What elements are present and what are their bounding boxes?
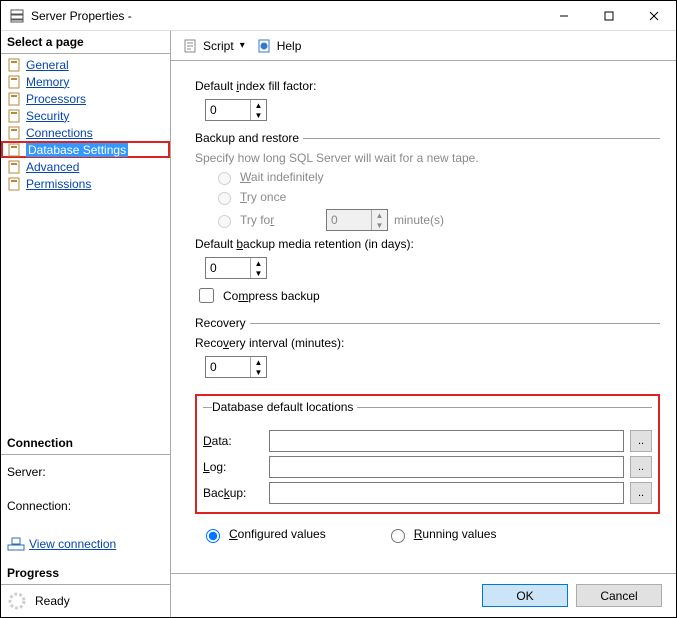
progress-status: Ready [35,594,70,608]
spin-down-icon[interactable]: ▼ [251,367,266,377]
backup-label: Backup: [203,486,263,500]
backup-path-input[interactable] [269,482,624,504]
page-icon [7,74,23,90]
server-label: Server: [7,465,164,479]
page-icon [7,91,23,107]
fill-factor-input[interactable]: ▲▼ [205,99,267,121]
retention-label: Default backup media retention (in days)… [195,237,660,251]
sidebar-item-permissions[interactable]: Permissions [1,175,170,192]
data-path-input[interactable] [269,430,624,452]
page-icon [7,125,23,141]
page-icon [7,142,23,158]
connection-label: Connection: [7,499,164,513]
cancel-button[interactable]: Cancel [576,584,662,607]
fill-factor-label: Default index fill factor: [195,79,660,93]
close-button[interactable] [631,1,676,30]
select-page-header: Select a page [1,31,170,54]
sidebar-item-security[interactable]: Security [1,107,170,124]
sidebar-item-memory[interactable]: Memory [1,73,170,90]
backup-browse-button[interactable]: .. [630,482,652,504]
backup-restore-group: Backup and restore Specify how long SQL … [195,131,660,306]
data-browse-button[interactable]: .. [630,430,652,452]
connection-block: Server: Connection: View connection [1,455,170,562]
backup-restore-hint: Specify how long SQL Server will wait fo… [195,151,660,165]
script-icon [183,38,199,54]
page-icon [7,159,23,175]
help-button[interactable]: Help [253,36,306,56]
wait-indefinitely-radio: Wait indefinitely [213,169,660,185]
content-toolbar: Script ▾ Help [171,31,676,61]
view-connection-link[interactable]: View connection [7,537,116,551]
spinner-icon [7,591,27,611]
minimize-button[interactable] [541,1,586,30]
configured-values-radio[interactable]: Configured values [201,526,326,543]
try-for-radio: Try for ▲▼ minute(s) [213,209,660,231]
compress-backup-checkbox[interactable]: Compress backup [195,285,660,306]
running-values-radio[interactable]: Running values [386,526,497,543]
connection-header: Connection [1,432,170,455]
script-button[interactable]: Script ▾ [179,36,249,56]
form: Default index fill factor: ▲▼ Backup and… [171,61,676,573]
spin-up-icon[interactable]: ▲ [251,100,266,110]
log-browse-button[interactable]: .. [630,456,652,478]
data-label: Data: [203,434,263,448]
spin-up-icon[interactable]: ▲ [251,258,266,268]
sidebar-item-processors[interactable]: Processors [1,90,170,107]
page-icon [7,176,23,192]
progress-header: Progress [1,562,170,585]
spin-up-icon[interactable]: ▲ [251,357,266,367]
sidebar-item-database-settings[interactable]: Database Settings [1,141,170,158]
page-list: General Memory Processors Security Conne… [1,54,170,194]
server-properties-window: Server Properties - Select a page Genera… [0,0,677,618]
try-for-input: ▲▼ [326,209,388,231]
default-locations-group: Database default locations Data: .. Log:… [195,394,660,514]
try-once-radio: Try once [213,189,660,205]
sidebar-item-advanced[interactable]: Advanced [1,158,170,175]
values-mode-row: Configured values Running values [195,526,660,543]
sidebar-item-connections[interactable]: Connections [1,124,170,141]
spin-down-icon[interactable]: ▼ [251,268,266,278]
spin-down-icon[interactable]: ▼ [251,110,266,120]
progress-block: Ready [1,585,170,617]
sidebar-item-general[interactable]: General [1,56,170,73]
app-icon [9,8,25,24]
recovery-interval-input[interactable]: ▲▼ [205,356,267,378]
recovery-interval-label: Recovery interval (minutes): [195,336,660,350]
retention-input[interactable]: ▲▼ [205,257,267,279]
help-icon [257,38,273,54]
ok-button[interactable]: OK [482,584,568,607]
connection-icon [7,537,25,551]
sidebar: Select a page General Memory Processors … [1,31,171,617]
chevron-down-icon: ▾ [240,40,245,51]
maximize-button[interactable] [586,1,631,30]
recovery-group: Recovery Recovery interval (minutes): ▲▼ [195,316,660,384]
log-path-input[interactable] [269,456,624,478]
window-title: Server Properties - [31,9,541,23]
dialog-footer: OK Cancel [171,573,676,617]
page-icon [7,108,23,124]
log-label: Log: [203,460,263,474]
titlebar: Server Properties - [1,1,676,31]
page-icon [7,57,23,73]
